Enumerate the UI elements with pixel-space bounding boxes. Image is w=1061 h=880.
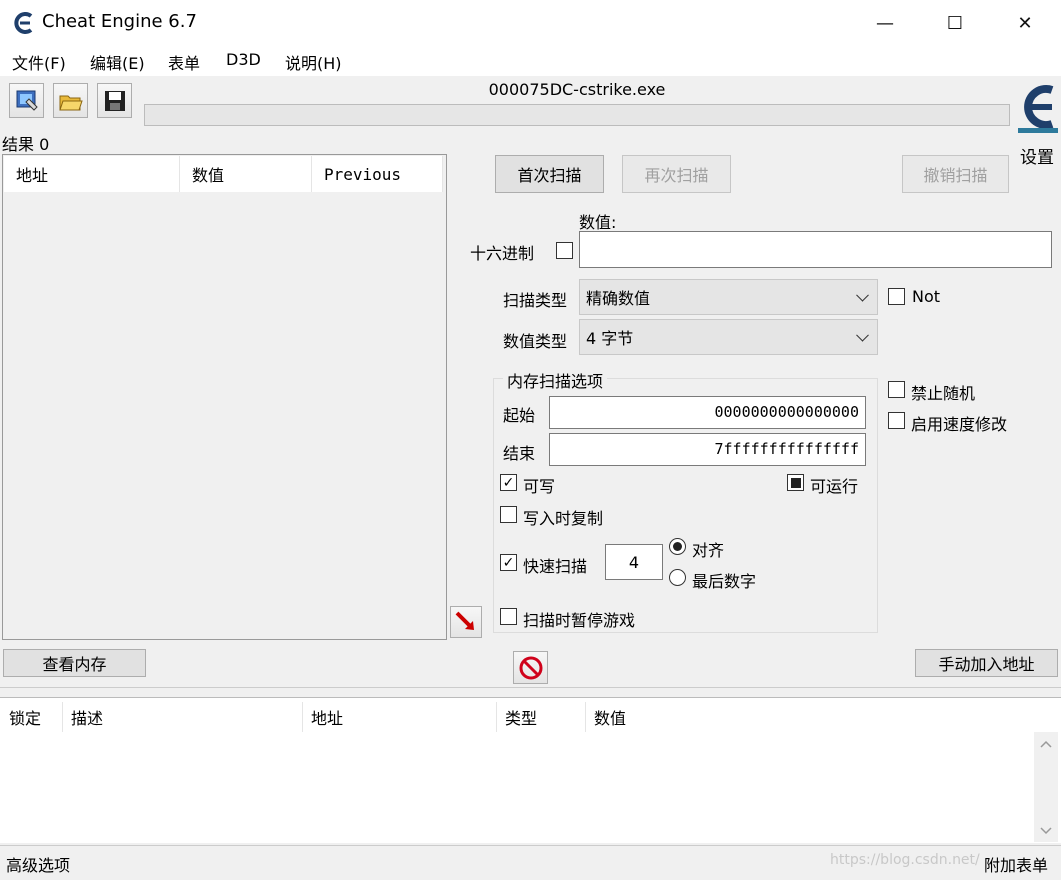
copy-on-write-label: 写入时复制 bbox=[523, 509, 604, 528]
minimize-button[interactable]: — bbox=[850, 0, 920, 46]
save-button[interactable] bbox=[97, 83, 132, 118]
value-input[interactable] bbox=[579, 231, 1052, 268]
window-title: Cheat Engine 6.7 bbox=[42, 11, 197, 32]
menu-table[interactable]: 表单 bbox=[168, 50, 200, 74]
chevron-down-icon bbox=[856, 288, 869, 302]
no-random-checkbox[interactable] bbox=[888, 381, 905, 398]
column-list-value[interactable]: 数值 bbox=[586, 702, 1033, 732]
menu-bar bbox=[0, 46, 1061, 76]
value-label: 数值: bbox=[579, 213, 617, 232]
copy-to-list-button[interactable] bbox=[450, 606, 482, 638]
results-list[interactable] bbox=[2, 154, 447, 640]
process-name: 000075DC-cstrike.exe bbox=[488, 80, 666, 99]
stop-prohibited-icon bbox=[519, 656, 542, 679]
column-type[interactable]: 类型 bbox=[497, 702, 586, 732]
stop-scan-button[interactable] bbox=[513, 651, 548, 684]
no-random-label: 禁止随机 bbox=[911, 384, 976, 403]
column-list-address[interactable]: 地址 bbox=[303, 702, 497, 732]
watermark: https://blog.csdn.net/ bbox=[830, 852, 980, 868]
fast-scan-label: 快速扫描 bbox=[523, 557, 588, 576]
writable-label: 可写 bbox=[523, 477, 556, 496]
speedhack-label: 启用速度修改 bbox=[911, 415, 1008, 434]
computer-process-icon bbox=[16, 90, 38, 111]
red-arrow-icon bbox=[455, 611, 474, 630]
undo-scan-button[interactable]: 撤销扫描 bbox=[902, 155, 1009, 193]
view-memory-button[interactable]: 查看内存 bbox=[3, 649, 146, 677]
column-address[interactable]: 地址 bbox=[4, 156, 180, 192]
open-file-button[interactable] bbox=[53, 83, 88, 118]
executable-label: 可运行 bbox=[810, 477, 859, 496]
maximize-button[interactable]: ☐ bbox=[920, 0, 990, 46]
memory-options-title: 内存扫描选项 bbox=[503, 368, 608, 392]
scroll-down-icon[interactable] bbox=[1034, 818, 1058, 842]
value-type-label: 数值类型 bbox=[503, 332, 568, 351]
writable-checkbox[interactable]: ✓ bbox=[500, 474, 517, 491]
start-address-input[interactable]: 0000000000000000 bbox=[549, 396, 866, 429]
last-digits-label: 最后数字 bbox=[692, 572, 757, 591]
chevron-down-icon bbox=[856, 328, 869, 342]
scan-type-label: 扫描类型 bbox=[503, 291, 568, 310]
not-label: Not bbox=[912, 287, 941, 306]
pause-game-label: 扫描时暂停游戏 bbox=[523, 611, 636, 630]
column-description[interactable]: 描述 bbox=[63, 702, 303, 732]
pause-game-checkbox[interactable] bbox=[500, 608, 517, 625]
start-label: 起始 bbox=[503, 406, 536, 425]
not-checkbox[interactable] bbox=[888, 288, 905, 305]
first-scan-button[interactable]: 首次扫描 bbox=[495, 155, 604, 193]
hex-checkbox[interactable] bbox=[556, 242, 573, 259]
fast-scan-checkbox[interactable]: ✓ bbox=[500, 554, 517, 571]
table-extras-link[interactable]: 附加表单 bbox=[984, 852, 1048, 876]
hex-label: 十六进制 bbox=[470, 244, 535, 263]
advanced-options-link[interactable]: 高级选项 bbox=[6, 852, 70, 876]
scan-type-select[interactable]: 精确数值 bbox=[579, 279, 878, 315]
stop-label: 结束 bbox=[503, 444, 536, 463]
address-list-scrollbar[interactable] bbox=[1034, 732, 1058, 842]
menu-d3d[interactable]: D3D bbox=[226, 50, 261, 69]
scroll-up-icon[interactable] bbox=[1034, 732, 1058, 756]
last-digits-radio[interactable] bbox=[669, 569, 686, 586]
scan-progress-bar bbox=[144, 104, 1010, 126]
menu-edit[interactable]: 编辑(E) bbox=[90, 50, 145, 74]
align-radio[interactable] bbox=[669, 538, 686, 555]
menu-file[interactable]: 文件(F) bbox=[12, 50, 66, 74]
floppy-save-icon bbox=[104, 90, 125, 111]
column-previous[interactable]: Previous bbox=[312, 156, 443, 192]
next-scan-button[interactable]: 再次扫描 bbox=[622, 155, 731, 193]
value-type-select[interactable]: 4 字节 bbox=[579, 319, 878, 355]
menu-help[interactable]: 说明(H) bbox=[285, 50, 342, 74]
stop-address-input[interactable]: 7fffffffffffffff bbox=[549, 433, 866, 466]
executable-checkbox[interactable] bbox=[787, 474, 804, 491]
copy-on-write-checkbox[interactable] bbox=[500, 506, 517, 523]
select-process-button[interactable] bbox=[9, 83, 44, 118]
settings-label[interactable]: 设置 bbox=[1020, 143, 1054, 168]
cheat-engine-logo-icon bbox=[14, 12, 33, 34]
panel-splitter[interactable] bbox=[0, 687, 1061, 695]
column-lock[interactable]: 锁定 bbox=[1, 702, 63, 732]
add-address-manually-button[interactable]: 手动加入地址 bbox=[915, 649, 1058, 677]
value-type-value: 4 字节 bbox=[586, 329, 634, 348]
settings-logo-icon[interactable] bbox=[1016, 80, 1060, 136]
column-value[interactable]: 数值 bbox=[180, 156, 312, 192]
results-count: 结果 0 bbox=[2, 135, 50, 154]
fast-scan-alignment-input[interactable]: 4 bbox=[605, 544, 663, 580]
scan-type-value: 精确数值 bbox=[586, 289, 651, 308]
speedhack-checkbox[interactable] bbox=[888, 412, 905, 429]
open-folder-icon bbox=[58, 95, 83, 110]
align-label: 对齐 bbox=[692, 541, 725, 560]
close-button[interactable]: ✕ bbox=[990, 0, 1060, 46]
